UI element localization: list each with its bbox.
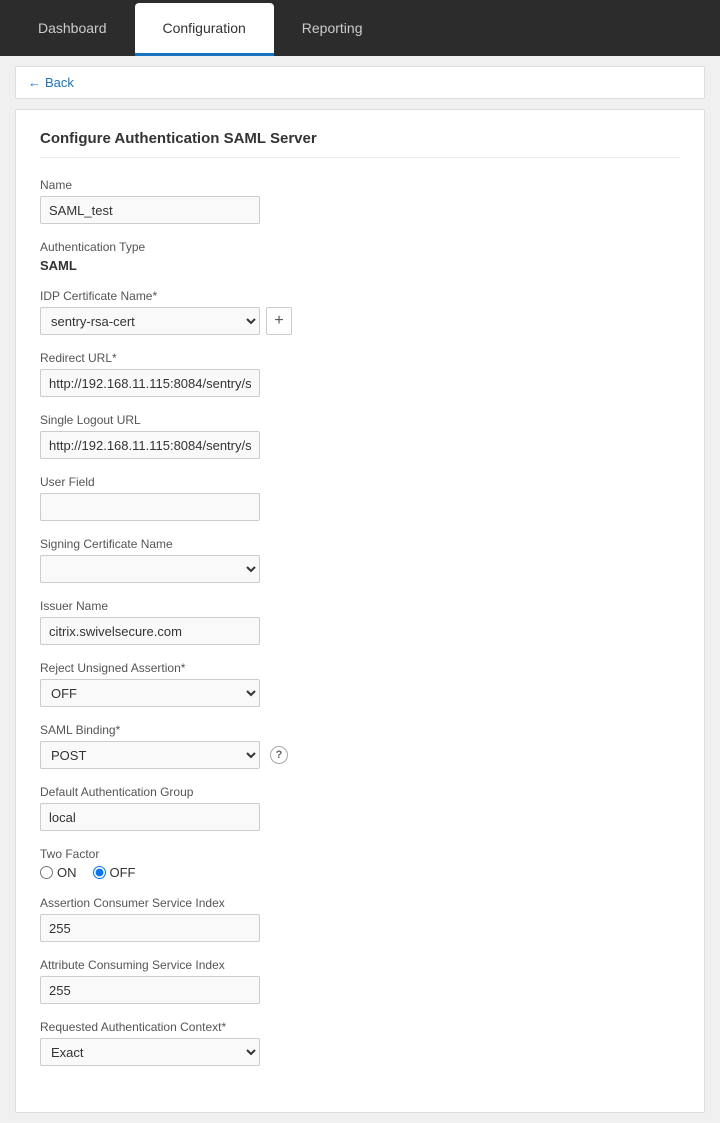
signing-cert-label: Signing Certificate Name bbox=[40, 537, 680, 551]
attribute-consuming-group: Attribute Consuming Service Index bbox=[40, 958, 680, 1004]
signing-cert-select[interactable] bbox=[40, 555, 260, 583]
two-factor-off-label[interactable]: OFF bbox=[93, 865, 136, 880]
issuer-name-group: Issuer Name bbox=[40, 599, 680, 645]
saml-binding-row: POST REDIRECT ? bbox=[40, 741, 680, 769]
reject-unsigned-label: Reject Unsigned Assertion* bbox=[40, 661, 680, 675]
user-field-group: User Field bbox=[40, 475, 680, 521]
idp-cert-select[interactable]: sentry-rsa-cert bbox=[40, 307, 260, 335]
default-auth-group-label: Default Authentication Group bbox=[40, 785, 680, 799]
saml-binding-help-icon[interactable]: ? bbox=[270, 746, 288, 764]
single-logout-input[interactable] bbox=[40, 431, 260, 459]
user-field-label: User Field bbox=[40, 475, 680, 489]
tab-dashboard[interactable]: Dashboard bbox=[10, 3, 135, 56]
default-auth-group-group: Default Authentication Group bbox=[40, 785, 680, 831]
two-factor-off-radio[interactable] bbox=[93, 866, 106, 879]
two-factor-on-text: ON bbox=[57, 865, 77, 880]
single-logout-label: Single Logout URL bbox=[40, 413, 680, 427]
auth-type-group: Authentication Type SAML bbox=[40, 240, 680, 273]
card-title: Configure Authentication SAML Server bbox=[40, 130, 680, 158]
assertion-consumer-input[interactable] bbox=[40, 914, 260, 942]
req-auth-context-group: Requested Authentication Context* Exact … bbox=[40, 1020, 680, 1066]
reject-unsigned-group: Reject Unsigned Assertion* OFF ON bbox=[40, 661, 680, 707]
saml-binding-select[interactable]: POST REDIRECT bbox=[40, 741, 260, 769]
idp-cert-row: sentry-rsa-cert + bbox=[40, 307, 680, 335]
assertion-consumer-label: Assertion Consumer Service Index bbox=[40, 896, 680, 910]
two-factor-on-radio[interactable] bbox=[40, 866, 53, 879]
attribute-consuming-label: Attribute Consuming Service Index bbox=[40, 958, 680, 972]
issuer-name-label: Issuer Name bbox=[40, 599, 680, 613]
issuer-name-input[interactable] bbox=[40, 617, 260, 645]
add-cert-button[interactable]: + bbox=[266, 307, 292, 335]
tab-configuration[interactable]: Configuration bbox=[135, 3, 274, 56]
reject-unsigned-select[interactable]: OFF ON bbox=[40, 679, 260, 707]
two-factor-off-text: OFF bbox=[110, 865, 136, 880]
default-auth-group-input[interactable] bbox=[40, 803, 260, 831]
tab-reporting[interactable]: Reporting bbox=[274, 3, 391, 56]
auth-type-value: SAML bbox=[40, 258, 77, 273]
idp-cert-label: IDP Certificate Name* bbox=[40, 289, 680, 303]
assertion-consumer-group: Assertion Consumer Service Index bbox=[40, 896, 680, 942]
content-area: ← Back Configure Authentication SAML Ser… bbox=[0, 56, 720, 1123]
top-navigation: Dashboard Configuration Reporting bbox=[0, 0, 720, 56]
two-factor-on-label[interactable]: ON bbox=[40, 865, 77, 880]
redirect-url-group: Redirect URL* bbox=[40, 351, 680, 397]
user-field-input[interactable] bbox=[40, 493, 260, 521]
back-label: Back bbox=[45, 75, 74, 90]
auth-type-label: Authentication Type bbox=[40, 240, 680, 254]
two-factor-radio-group: ON OFF bbox=[40, 865, 680, 880]
single-logout-group: Single Logout URL bbox=[40, 413, 680, 459]
form-card: Configure Authentication SAML Server Nam… bbox=[15, 109, 705, 1113]
back-link[interactable]: ← Back bbox=[28, 75, 74, 90]
req-auth-context-label: Requested Authentication Context* bbox=[40, 1020, 680, 1034]
signing-cert-group: Signing Certificate Name bbox=[40, 537, 680, 583]
name-group: Name bbox=[40, 178, 680, 224]
two-factor-group: Two Factor ON OFF bbox=[40, 847, 680, 880]
back-bar: ← Back bbox=[15, 66, 705, 99]
attribute-consuming-input[interactable] bbox=[40, 976, 260, 1004]
back-arrow-icon: ← bbox=[28, 75, 41, 90]
redirect-url-input[interactable] bbox=[40, 369, 260, 397]
saml-binding-label: SAML Binding* bbox=[40, 723, 680, 737]
saml-binding-group: SAML Binding* POST REDIRECT ? bbox=[40, 723, 680, 769]
name-label: Name bbox=[40, 178, 680, 192]
idp-cert-group: IDP Certificate Name* sentry-rsa-cert + bbox=[40, 289, 680, 335]
req-auth-context-select[interactable]: Exact Minimum Maximum Better bbox=[40, 1038, 260, 1066]
two-factor-label: Two Factor bbox=[40, 847, 680, 861]
redirect-url-label: Redirect URL* bbox=[40, 351, 680, 365]
name-input[interactable] bbox=[40, 196, 260, 224]
